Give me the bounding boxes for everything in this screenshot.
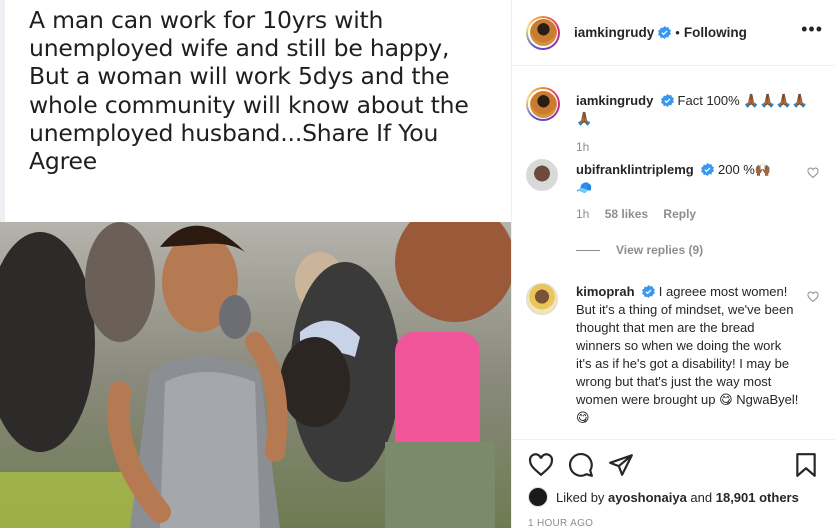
share-icon[interactable] [608,452,634,478]
comment-likes[interactable]: 58 likes [605,207,648,221]
verified-icon [660,94,674,107]
like-comment-heart-icon[interactable] [807,291,819,303]
verified-icon [701,163,715,176]
action-icons [528,452,819,478]
author-username[interactable]: iamkingrudy [574,25,654,40]
comment-text: 200 %🙌🏾 [717,162,772,177]
following-button[interactable]: Following [684,25,747,40]
liked-by-prefix: Liked by [556,489,609,505]
like-comment-heart-icon[interactable] [807,167,819,179]
comment-text: I agreee most women! But it's a thing of… [576,284,799,425]
caption-username[interactable]: iamkingrudy [576,93,653,108]
liked-by: Liked by ayoshonaiya and 18,901 others [528,487,799,507]
likes-count[interactable]: 18,901 others [716,490,799,505]
comments-list[interactable]: iamkingrudy Fact 100% 🙏🏾🙏🏾🙏🏾🙏🏾🙏🏾 1h ubif… [512,67,835,439]
liker-username[interactable]: ayoshonaiya [608,490,687,505]
comment-text-line2: 🧢 [576,180,593,195]
post-photo [0,222,511,528]
commenter-username[interactable]: ubifranklintriplemg [576,162,694,177]
view-replies-line [576,249,600,251]
post-header: iamkingrudy • Following ••• [512,0,835,66]
comment-item: kimoprah I agreee most women! But it's a… [526,283,821,427]
comment-icon[interactable] [568,452,594,478]
image-caption-area: A man can work for 10yrs with unemployed… [0,0,511,222]
save-bookmark-icon[interactable] [793,452,819,478]
comment-item: ubifranklintriplemg 200 %🙌🏾 🧢 1h 58 like… [526,159,821,221]
more-options-icon[interactable]: ••• [801,20,823,38]
post-side-panel: iamkingrudy • Following ••• iamkingrudy … [511,0,835,528]
header-user-info: iamkingrudy • Following [574,25,747,40]
caption-time[interactable]: 1h [576,140,589,154]
commenter-username[interactable]: kimoprah [576,284,635,299]
post-actions: Liked by ayoshonaiya and 18,901 others 1… [512,439,835,528]
view-replies-toggle[interactable]: View replies (9) [576,243,703,257]
liker-avatar[interactable] [528,487,548,507]
caption-comment: iamkingrudy Fact 100% 🙏🏾🙏🏾🙏🏾🙏🏾🙏🏾 1h [526,87,821,154]
verified-icon [658,26,672,39]
comment-time[interactable]: 1h [576,207,589,221]
post-timestamp[interactable]: 1 HOUR AGO [528,518,593,528]
author-avatar[interactable] [526,15,560,50]
post-media[interactable]: A man can work for 10yrs with unemployed… [0,0,511,528]
header-separator: • [675,25,680,40]
liked-by-middle: and [686,489,716,505]
like-heart-icon[interactable] [528,452,554,478]
verified-icon [642,285,656,298]
image-caption-text: A man can work for 10yrs with unemployed… [29,6,469,176]
caption-author-avatar[interactable] [526,87,560,121]
commenter-avatar[interactable] [526,283,558,315]
reply-button[interactable]: Reply [663,207,696,221]
view-replies-label: View replies (9) [616,243,704,257]
commenter-avatar[interactable] [526,159,558,191]
